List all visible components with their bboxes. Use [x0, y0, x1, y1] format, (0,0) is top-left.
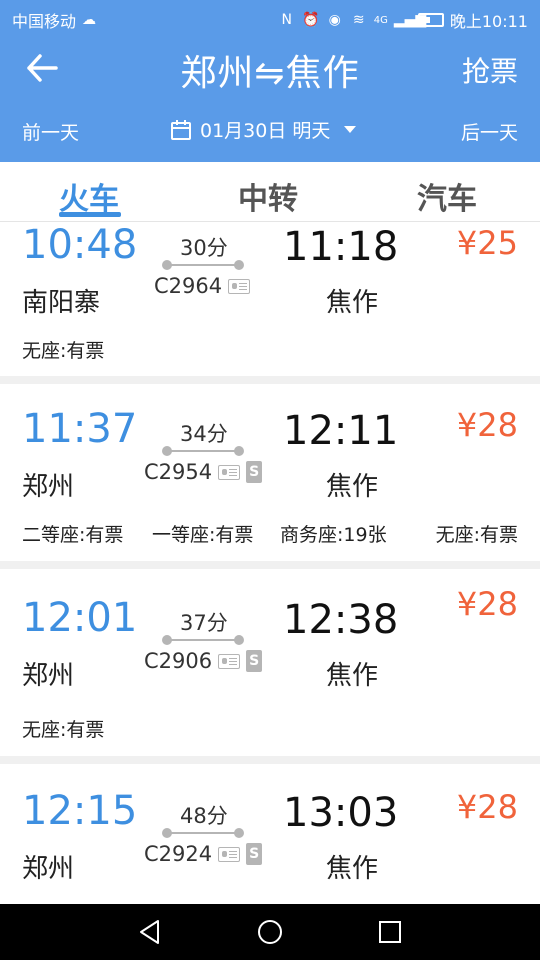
fuxing-icon: S — [246, 843, 263, 865]
tab-transfer[interactable]: 中转 — [238, 174, 298, 218]
route-line — [162, 446, 244, 456]
train-number-label: C2924 — [144, 842, 213, 866]
seat-info: 一等座:有票 — [152, 524, 254, 546]
train-card[interactable]: 12:01 37分 C2906 S 12:38 ¥28 郑州 焦作 无座:有票 — [0, 569, 540, 756]
duration: 30分 — [180, 236, 228, 260]
departure-station: 郑州 — [22, 854, 75, 884]
alarm-icon: ⏰ — [302, 12, 320, 28]
departure-time: 12:01 — [22, 595, 138, 641]
departure-time: 11:37 — [22, 406, 138, 452]
date-row: 前一天 01月30日 明天 后一天 — [0, 110, 540, 150]
price: ¥28 — [456, 406, 518, 444]
nfc-icon: N — [281, 12, 292, 28]
seat-info: 商务座:19张 — [280, 524, 387, 546]
fuxing-icon: S — [246, 461, 263, 483]
id-card-icon — [218, 464, 241, 480]
transport-tabs: 火车 中转 汽车 — [0, 162, 540, 222]
signal-icon: ▂▄▆ — [393, 12, 427, 28]
clock-label: 晚上10:11 — [449, 12, 528, 31]
prev-day-button[interactable]: 前一天 — [22, 118, 79, 145]
train-number: C2964 — [154, 274, 251, 298]
title-row: 郑州⇋焦作 抢票 — [0, 40, 540, 96]
nav-home-icon[interactable] — [256, 918, 284, 946]
network-type-label: 4G — [373, 14, 388, 26]
battery-icon — [417, 13, 444, 27]
train-card[interactable]: 12:15 48分 C2924 S 13:03 ¥28 郑州 焦作 — [0, 764, 540, 904]
train-card[interactable]: 11:37 34分 C2954 S 12:11 ¥28 郑州 焦作 二等座:有票… — [0, 384, 540, 561]
arrival-station: 焦作 — [326, 288, 379, 318]
nav-recents-icon[interactable] — [376, 918, 404, 946]
wifi-icon: ≋ — [352, 12, 365, 28]
id-card-icon — [218, 846, 241, 862]
seat-info: 无座:有票 — [435, 524, 518, 546]
arrival-station: 焦作 — [326, 472, 379, 502]
id-card-icon — [228, 278, 251, 294]
selected-date: 01月30日 明天 — [200, 120, 331, 142]
tab-bus[interactable]: 汽车 — [417, 174, 477, 218]
nav-back-icon[interactable] — [136, 918, 164, 946]
carrier-label: 中国移动 — [12, 12, 77, 31]
departure-station: 郑州 — [22, 472, 75, 502]
date-picker[interactable]: 01月30日 明天 — [170, 116, 357, 143]
arrival-station: 焦作 — [326, 661, 379, 691]
arrival-time: 11:18 — [283, 224, 399, 270]
system-navigation-bar — [0, 904, 540, 960]
train-card[interactable]: 10:48 30分 C2964 11:18 ¥25 南阳寨 焦作 无座:有票 — [0, 222, 540, 376]
duration: 48分 — [180, 804, 228, 828]
seat-info: 二等座:有票 — [22, 524, 124, 546]
status-bar: 中国移动 ☁ N ⏰ ◉ ≋ 4G ▂▄▆ 晚上10:11 — [0, 0, 540, 36]
arrival-time: 12:38 — [283, 597, 399, 643]
price: ¥28 — [456, 788, 518, 826]
seat-info: 无座:有票 — [22, 340, 105, 362]
train-number: C2954 S — [144, 460, 263, 484]
arrival-station: 焦作 — [326, 854, 379, 884]
calendar-icon — [171, 119, 191, 140]
departure-station: 南阳寨 — [22, 288, 101, 318]
fuxing-icon: S — [246, 650, 263, 672]
route-line — [162, 828, 244, 838]
departure-time: 12:15 — [22, 788, 138, 834]
train-list: 10:48 30分 C2964 11:18 ¥25 南阳寨 焦作 无座:有票 1… — [0, 222, 540, 904]
eye-icon: ◉ — [328, 12, 341, 28]
seat-info: 无座:有票 — [22, 719, 105, 741]
price: ¥28 — [456, 585, 518, 623]
train-number-label: C2906 — [144, 649, 213, 673]
train-number: C2906 S — [144, 649, 263, 673]
grab-ticket-button[interactable]: 抢票 — [462, 50, 518, 90]
departure-time: 10:48 — [22, 222, 138, 268]
train-number: C2924 S — [144, 842, 263, 866]
cloud-icon: ☁ — [82, 12, 97, 28]
arrival-time: 13:03 — [283, 790, 399, 836]
duration: 37分 — [180, 611, 228, 635]
route-line — [162, 260, 244, 270]
caret-down-icon — [344, 126, 357, 133]
next-day-button[interactable]: 后一天 — [461, 118, 518, 145]
id-card-icon — [218, 653, 241, 669]
duration: 34分 — [180, 422, 228, 446]
departure-station: 郑州 — [22, 661, 75, 691]
header: 中国移动 ☁ N ⏰ ◉ ≋ 4G ▂▄▆ 晚上10:11 郑州⇋焦作 抢票 前… — [0, 0, 540, 162]
train-number-label: C2954 — [144, 460, 213, 484]
route-line — [162, 635, 244, 645]
train-number-label: C2964 — [154, 274, 223, 298]
price: ¥25 — [456, 224, 518, 262]
route-title: 郑州⇋焦作 — [180, 53, 360, 94]
active-tab-indicator — [59, 212, 121, 217]
arrival-time: 12:11 — [283, 408, 399, 454]
